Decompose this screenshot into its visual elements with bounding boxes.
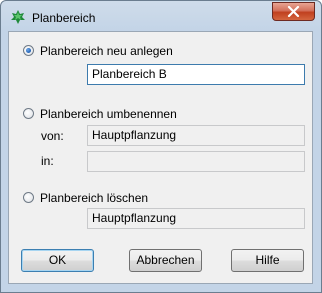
delete-target-field: Hauptpflanzung <box>87 208 305 229</box>
rename-label[interactable]: Planbereich umbenennen <box>40 107 177 121</box>
create-radio[interactable] <box>23 45 34 56</box>
help-button[interactable]: Hilfe <box>231 249 304 272</box>
cancel-button[interactable]: Abbrechen <box>129 249 202 272</box>
ok-button[interactable]: OK <box>21 249 94 272</box>
delete-radio[interactable] <box>23 192 34 203</box>
app-leaf-icon <box>11 10 25 24</box>
rename-from-label: von: <box>41 129 64 143</box>
new-name-input[interactable]: Planbereich B <box>87 64 305 85</box>
close-icon <box>287 6 300 17</box>
rename-to-label: in: <box>41 154 54 168</box>
rename-radio[interactable] <box>23 108 34 119</box>
close-button[interactable] <box>272 2 315 21</box>
title-bar[interactable]: Planbereich <box>1 1 321 31</box>
window-title: Planbereich <box>32 11 96 25</box>
rename-from-field: Hauptpflanzung <box>87 125 305 146</box>
planbereich-dialog: Planbereich Planbereich neu anlegen Plan… <box>0 0 322 293</box>
create-label[interactable]: Planbereich neu anlegen <box>40 44 173 58</box>
delete-label[interactable]: Planbereich löschen <box>40 191 148 205</box>
rename-to-field[interactable] <box>87 151 305 172</box>
dialog-body: Planbereich neu anlegen Planbereich B Pl… <box>8 31 313 284</box>
